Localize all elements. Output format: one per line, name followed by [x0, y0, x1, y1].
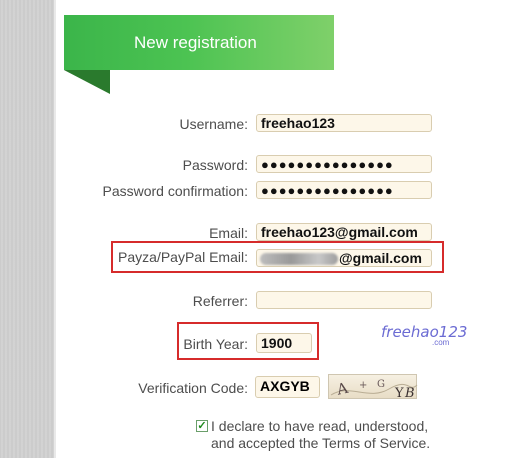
watermark-suffix: .com — [432, 338, 450, 347]
payza-email-field[interactable]: @gmail.com — [256, 249, 432, 267]
email-field[interactable]: freehao123@gmail.com — [256, 223, 432, 241]
page-title: New registration — [64, 15, 334, 70]
terms-checkbox[interactable]: ✓ — [196, 420, 208, 432]
referrer-label: Referrer: — [192, 293, 248, 309]
svg-text:Y: Y — [394, 386, 404, 400]
terms-line-1: I declare to have read, understood, — [211, 418, 429, 434]
verification-code-field[interactable]: AXGYB — [255, 376, 320, 398]
captcha-image[interactable]: A + G Y B — [328, 374, 418, 400]
svg-text:B: B — [404, 386, 415, 400]
password-field[interactable]: ●●●●●●●●●●●●●●● — [256, 155, 432, 173]
svg-text:+: + — [359, 380, 367, 391]
svg-text:A: A — [334, 379, 349, 399]
payza-email-label: Payza/PayPal Email: — [118, 249, 248, 265]
svg-text:G: G — [377, 379, 385, 390]
password-label: Password: — [182, 157, 248, 173]
username-label: Username: — [179, 116, 248, 132]
terms-line-2: and accepted the Terms of Service. — [211, 435, 431, 451]
password-confirmation-field[interactable]: ●●●●●●●●●●●●●●● — [256, 181, 432, 199]
blurred-email-prefix — [260, 253, 338, 266]
terms-text: I declare to have read, understood, and … — [211, 418, 430, 452]
ribbon-fold — [64, 70, 110, 94]
email-label: Email: — [209, 225, 248, 241]
username-field[interactable]: freehao123 — [256, 114, 432, 132]
left-background-strip — [0, 0, 54, 458]
referrer-field[interactable] — [256, 291, 432, 309]
birth-year-label: Birth Year: — [183, 336, 248, 352]
payza-email-suffix: @gmail.com — [339, 250, 422, 266]
captcha-glyphs: A + G Y B — [330, 379, 418, 400]
watermark-logo: freehao123 — [381, 323, 468, 341]
birth-year-field[interactable]: 1900 — [256, 333, 312, 353]
verification-code-label: Verification Code: — [138, 380, 248, 396]
password-confirmation-label: Password confirmation: — [102, 183, 248, 199]
